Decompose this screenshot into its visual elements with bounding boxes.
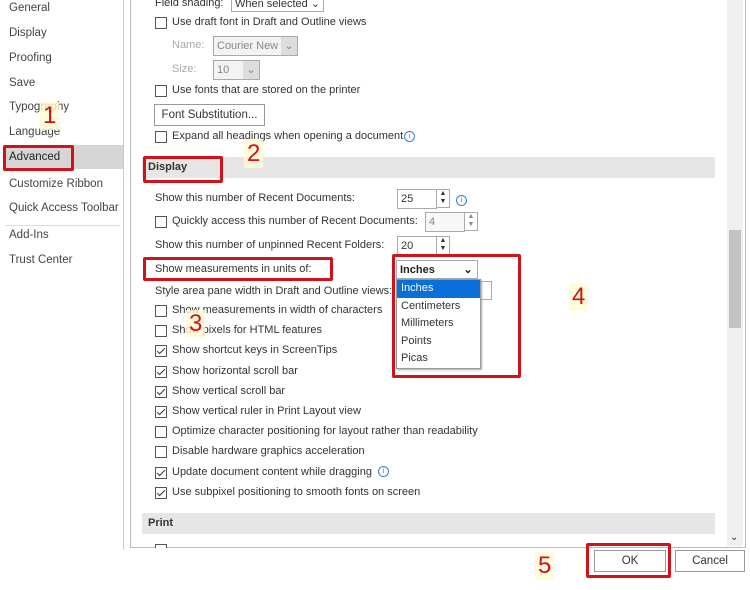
print-section-header: Print	[142, 513, 715, 534]
info-icon[interactable]: i	[404, 131, 415, 142]
field-shading-select[interactable]: When selected ⌄	[231, 0, 324, 12]
field-shading-label: Field shading:	[155, 0, 224, 9]
display-option-checkbox[interactable]	[155, 426, 167, 439]
highlight-display	[143, 156, 223, 183]
sidebar-item-general[interactable]: General	[9, 2, 50, 14]
sidebar-separator	[5, 225, 120, 226]
annotation-4: 4	[569, 283, 589, 311]
display-option-checkbox[interactable]	[155, 385, 167, 398]
quick-access-spinner[interactable]: ▲ ▼	[464, 212, 478, 231]
recent-docs-label: Show this number of Recent Documents:	[155, 192, 355, 204]
scrollbar-thumb[interactable]	[729, 230, 741, 328]
sidebar-item-customize-ribbon[interactable]: Customize Ribbon	[9, 178, 103, 190]
annotation-2: 2	[244, 140, 264, 168]
recent-docs-spinner[interactable]: ▲ ▼	[436, 189, 450, 208]
annotation-1: 1	[40, 102, 60, 130]
expand-headings-label: Expand all headings when opening a docum…	[172, 130, 404, 142]
sidebar-item-proofing[interactable]: Proofing	[9, 52, 52, 64]
display-option-label: Optimize character positioning for layou…	[172, 425, 478, 438]
display-option-label: Show vertical ruler in Print Layout view	[172, 405, 361, 417]
cancel-button[interactable]: Cancel	[675, 550, 745, 572]
display-section-header: Display	[142, 157, 715, 178]
display-option-checkbox[interactable]	[155, 446, 167, 459]
printer-fonts-checkbox[interactable]	[155, 85, 167, 97]
draft-font-checkbox[interactable]	[155, 17, 167, 29]
display-option-label: Show vertical scroll bar	[172, 384, 286, 397]
info-icon[interactable]: i	[456, 195, 467, 206]
size-label: Size:	[172, 63, 197, 75]
recent-folders-input[interactable]: 20	[397, 236, 437, 256]
display-option-checkbox[interactable]	[155, 345, 167, 358]
sidebar-divider	[123, 0, 124, 550]
font-size-value: 10	[217, 64, 230, 76]
sidebar-item-trust-center[interactable]: Trust Center	[9, 254, 72, 266]
highlight-units-dropdown	[392, 254, 521, 378]
highlight-ok	[586, 543, 671, 578]
quick-access-label: Quickly access this number of Recent Doc…	[172, 215, 418, 227]
info-icon[interactable]: i	[378, 466, 389, 477]
display-option-checkbox[interactable]	[155, 466, 167, 479]
display-option-label: Update document content while dragging	[172, 465, 372, 478]
recent-folders-label: Show this number of unpinned Recent Fold…	[155, 239, 385, 251]
display-option-checkbox[interactable]	[155, 486, 167, 499]
annotation-5: 5	[535, 552, 555, 580]
scroll-down-arrow-icon[interactable]: ⌄	[730, 532, 738, 543]
display-option-label: Show horizontal scroll bar	[172, 364, 298, 377]
font-substitution-button[interactable]: Font Substitution...	[154, 104, 265, 126]
chevron-down-icon: ⌄	[243, 61, 259, 79]
name-label: Name:	[172, 39, 205, 51]
draft-font-label: Use draft font in Draft and Outline view…	[172, 16, 367, 28]
highlight-units-label	[143, 257, 333, 281]
printer-fonts-label: Use fonts that are stored on the printer	[172, 84, 361, 96]
font-name-value: Courier New	[217, 40, 279, 52]
display-option-checkbox[interactable]	[155, 305, 167, 317]
display-option-label: Use subpixel positioning to smooth fonts…	[172, 485, 421, 498]
style-area-label: Style area pane width in Draft and Outli…	[155, 285, 393, 297]
quick-access-checkbox[interactable]	[155, 216, 167, 228]
chevron-down-icon: ⌄	[310, 0, 320, 10]
sidebar-item-save[interactable]: Save	[9, 77, 35, 89]
font-size-select[interactable]: 10 ⌄	[213, 60, 260, 80]
quick-access-input[interactable]: 4	[425, 212, 465, 232]
print-option-checkbox-partial[interactable]	[155, 544, 167, 548]
display-option-checkbox[interactable]	[155, 325, 167, 338]
font-name-select[interactable]: Courier New ⌄	[213, 36, 298, 56]
field-shading-value: When selected	[235, 0, 308, 10]
print-section-title: Print	[148, 517, 174, 529]
chevron-down-icon: ⌄	[281, 37, 297, 55]
recent-docs-input[interactable]: 25	[397, 189, 437, 209]
sidebar-item-display[interactable]: Display	[9, 27, 47, 39]
highlight-advanced	[3, 145, 74, 171]
display-option-checkbox[interactable]	[155, 406, 167, 418]
recent-folders-spinner[interactable]: ▲ ▼	[436, 236, 450, 255]
sidebar-item-quick-access-toolbar[interactable]: Quick Access Toolbar	[9, 202, 119, 214]
expand-headings-checkbox[interactable]	[155, 131, 167, 143]
display-option-checkbox[interactable]	[155, 365, 167, 378]
annotation-3: 3	[186, 310, 206, 338]
display-option-label: Disable hardware graphics acceleration	[172, 445, 365, 458]
sidebar-item-add-ins[interactable]: Add-Ins	[9, 229, 49, 241]
display-option-label: Show shortcut keys in ScreenTips	[172, 344, 338, 357]
